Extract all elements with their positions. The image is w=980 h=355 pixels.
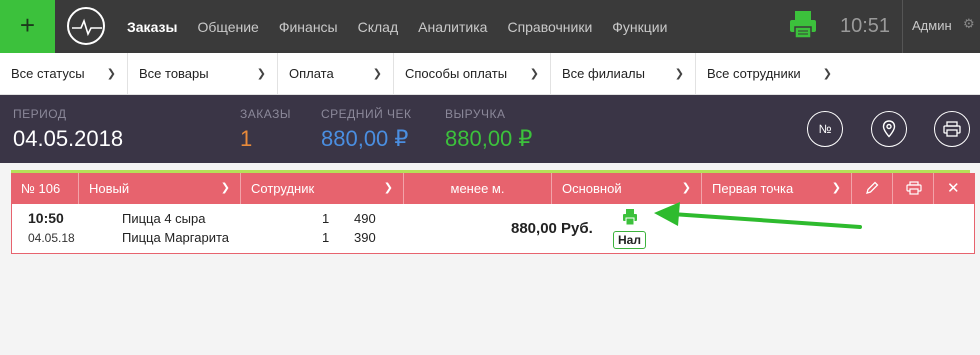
filter-payment-methods[interactable]: Способы оплаты ❯ bbox=[394, 53, 551, 95]
filter-payment-methods-label: Способы оплаты bbox=[405, 66, 508, 81]
pencil-icon bbox=[866, 181, 879, 194]
chevron-down-icon: ❯ bbox=[256, 68, 266, 80]
close-button[interactable]: ✕ bbox=[934, 173, 975, 204]
item-name: Пицца 4 сыра bbox=[122, 211, 206, 226]
filter-employees-label: Все сотрудники bbox=[707, 66, 801, 81]
location-pin-icon bbox=[882, 120, 896, 138]
order-number-label: № 106 bbox=[21, 181, 61, 196]
filter-payment[interactable]: Оплата ❯ bbox=[278, 53, 394, 95]
order-date: 04.05.18 bbox=[28, 231, 75, 245]
number-button-label: № bbox=[818, 122, 832, 136]
filter-status[interactable]: Все статусы ❯ bbox=[0, 53, 128, 95]
filter-products-label: Все товары bbox=[139, 66, 209, 81]
pulse-logo-icon[interactable] bbox=[67, 7, 105, 45]
order-total: 880,00 Руб. bbox=[511, 220, 593, 237]
divider bbox=[902, 0, 903, 53]
nav-warehouse[interactable]: Склад bbox=[358, 19, 399, 35]
nav-orders[interactable]: Заказы bbox=[127, 19, 177, 35]
chevron-down-icon: ❯ bbox=[681, 182, 691, 194]
order-number[interactable]: № 106 bbox=[11, 173, 79, 204]
item-qty: 1 bbox=[322, 230, 330, 245]
printer-icon[interactable] bbox=[622, 208, 638, 231]
top-navbar: + Заказы Общение Финансы Склад Аналитика… bbox=[0, 0, 980, 53]
chevron-down-icon: ❯ bbox=[822, 68, 832, 80]
location-pin-button[interactable] bbox=[871, 111, 907, 147]
item-price: 390 bbox=[354, 230, 376, 245]
order-point-select[interactable]: Первая точка ❯ bbox=[702, 173, 852, 204]
period-label: ПЕРИОД bbox=[13, 107, 67, 121]
chevron-down-icon: ❯ bbox=[831, 182, 841, 194]
chevron-down-icon: ❯ bbox=[106, 68, 116, 80]
orders-label: ЗАКАЗЫ bbox=[240, 107, 291, 121]
printer-icon bbox=[943, 121, 961, 137]
filter-branches[interactable]: Все филиалы ❯ bbox=[551, 53, 696, 95]
order-type-label: Основной bbox=[562, 181, 622, 196]
order-employee-select[interactable]: Сотрудник ❯ bbox=[241, 173, 404, 204]
chevron-down-icon: ❯ bbox=[372, 68, 382, 80]
revenue-value: 880,00 ₽ bbox=[445, 126, 533, 151]
printer-icon bbox=[906, 181, 922, 195]
item-qty: 1 bbox=[322, 211, 330, 226]
order-status-select[interactable]: Новый ❯ bbox=[79, 173, 241, 204]
order-header: № 106 Новый ❯ Сотрудник ❯ менее м. Основно… bbox=[11, 173, 975, 204]
gear-icon[interactable]: ⚙ bbox=[963, 16, 975, 32]
filter-products[interactable]: Все товары ❯ bbox=[128, 53, 278, 95]
main-nav: Заказы Общение Финансы Склад Аналитика С… bbox=[127, 0, 687, 53]
print-button[interactable] bbox=[934, 111, 970, 147]
add-button[interactable]: + bbox=[0, 0, 55, 53]
nav-finance[interactable]: Финансы bbox=[279, 19, 338, 35]
clock: 10:51 bbox=[840, 15, 891, 37]
filter-status-label: Все статусы bbox=[11, 66, 85, 81]
order-type-select[interactable]: Основной ❯ bbox=[552, 173, 702, 204]
chevron-down-icon: ❯ bbox=[674, 68, 684, 80]
period-value[interactable]: 04.05.2018 bbox=[13, 126, 123, 152]
order-time-left-label: менее м. bbox=[450, 181, 505, 196]
user-menu[interactable]: Админ bbox=[912, 18, 952, 33]
order-status-label: Новый bbox=[89, 181, 130, 196]
order-employee-label: Сотрудник bbox=[251, 181, 315, 196]
payment-badge: Нал bbox=[613, 231, 646, 249]
nav-functions[interactable]: Функции bbox=[612, 19, 667, 35]
orders-value: 1 bbox=[240, 126, 253, 151]
filter-branches-label: Все филиалы bbox=[562, 66, 645, 81]
chevron-down-icon: ❯ bbox=[220, 182, 230, 194]
close-icon: ✕ bbox=[947, 180, 960, 197]
filter-payment-label: Оплата bbox=[289, 66, 334, 81]
chevron-down-icon: ❯ bbox=[383, 182, 393, 194]
avg-check-label: СРЕДНИЙ ЧЕК bbox=[321, 107, 412, 121]
order-body[interactable]: 10:50 04.05.18 Пицца 4 сыра 1 490 Пицца … bbox=[11, 204, 975, 254]
filter-bar: Все статусы ❯ Все товары ❯ Оплата ❯ Способы… bbox=[0, 53, 980, 95]
nav-analytics[interactable]: Аналитика bbox=[418, 19, 487, 35]
order-print-button[interactable] bbox=[893, 173, 934, 204]
printer-status-icon[interactable] bbox=[789, 10, 817, 45]
order-time: 10:50 bbox=[28, 210, 64, 226]
number-button[interactable]: № bbox=[807, 111, 843, 147]
order-time-left: менее м. bbox=[404, 173, 552, 204]
nav-communication[interactable]: Общение bbox=[197, 19, 258, 35]
stats-panel: ПЕРИОД 04.05.2018 ЗАКАЗЫ 1 СРЕДНИЙ ЧЕК 8… bbox=[0, 95, 980, 163]
edit-button[interactable] bbox=[852, 173, 893, 204]
nav-references[interactable]: Справочники bbox=[507, 19, 592, 35]
chevron-down-icon: ❯ bbox=[529, 68, 539, 80]
order-point-label: Первая точка bbox=[712, 181, 794, 196]
avg-check-value: 880,00 ₽ bbox=[321, 126, 409, 151]
filter-employees[interactable]: Все сотрудники ❯ bbox=[696, 53, 843, 95]
revenue-label: ВЫРУЧКА bbox=[445, 107, 506, 121]
item-name: Пицца Маргарита bbox=[122, 230, 229, 245]
item-price: 490 bbox=[354, 211, 376, 226]
